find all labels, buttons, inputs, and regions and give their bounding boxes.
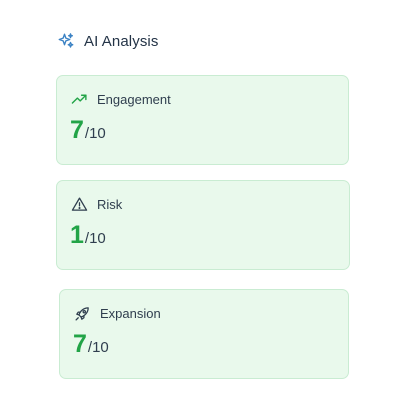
expansion-score: 7 /10	[73, 330, 109, 358]
panel-header: AI Analysis	[57, 30, 158, 52]
expansion-label-row: Expansion	[74, 304, 161, 322]
engagement-score: 7 /10	[70, 116, 106, 144]
risk-label-row: Risk	[71, 195, 122, 213]
ai-analysis-panel: AI Analysis Engagement 7 /10 Risk 1 /10 …	[0, 0, 400, 400]
trending-up-icon	[71, 91, 88, 108]
expansion-score-max: /10	[87, 339, 109, 356]
warning-triangle-icon	[71, 196, 88, 213]
panel-title: AI Analysis	[84, 32, 159, 50]
risk-score-value: 1	[70, 221, 84, 249]
risk-score: 1 /10	[70, 221, 106, 249]
engagement-card: Engagement 7 /10	[56, 75, 349, 165]
engagement-score-max: /10	[84, 125, 106, 142]
rocket-icon	[74, 305, 91, 322]
expansion-score-value: 7	[73, 330, 87, 358]
engagement-score-value: 7	[70, 116, 84, 144]
risk-score-max: /10	[84, 230, 106, 247]
risk-label: Risk	[97, 196, 123, 212]
risk-card: Risk 1 /10	[56, 180, 350, 270]
engagement-label: Engagement	[97, 91, 171, 107]
expansion-card: Expansion 7 /10	[59, 289, 349, 379]
engagement-label-row: Engagement	[71, 90, 171, 108]
sparkles-icon	[57, 32, 75, 50]
expansion-label: Expansion	[100, 305, 161, 321]
